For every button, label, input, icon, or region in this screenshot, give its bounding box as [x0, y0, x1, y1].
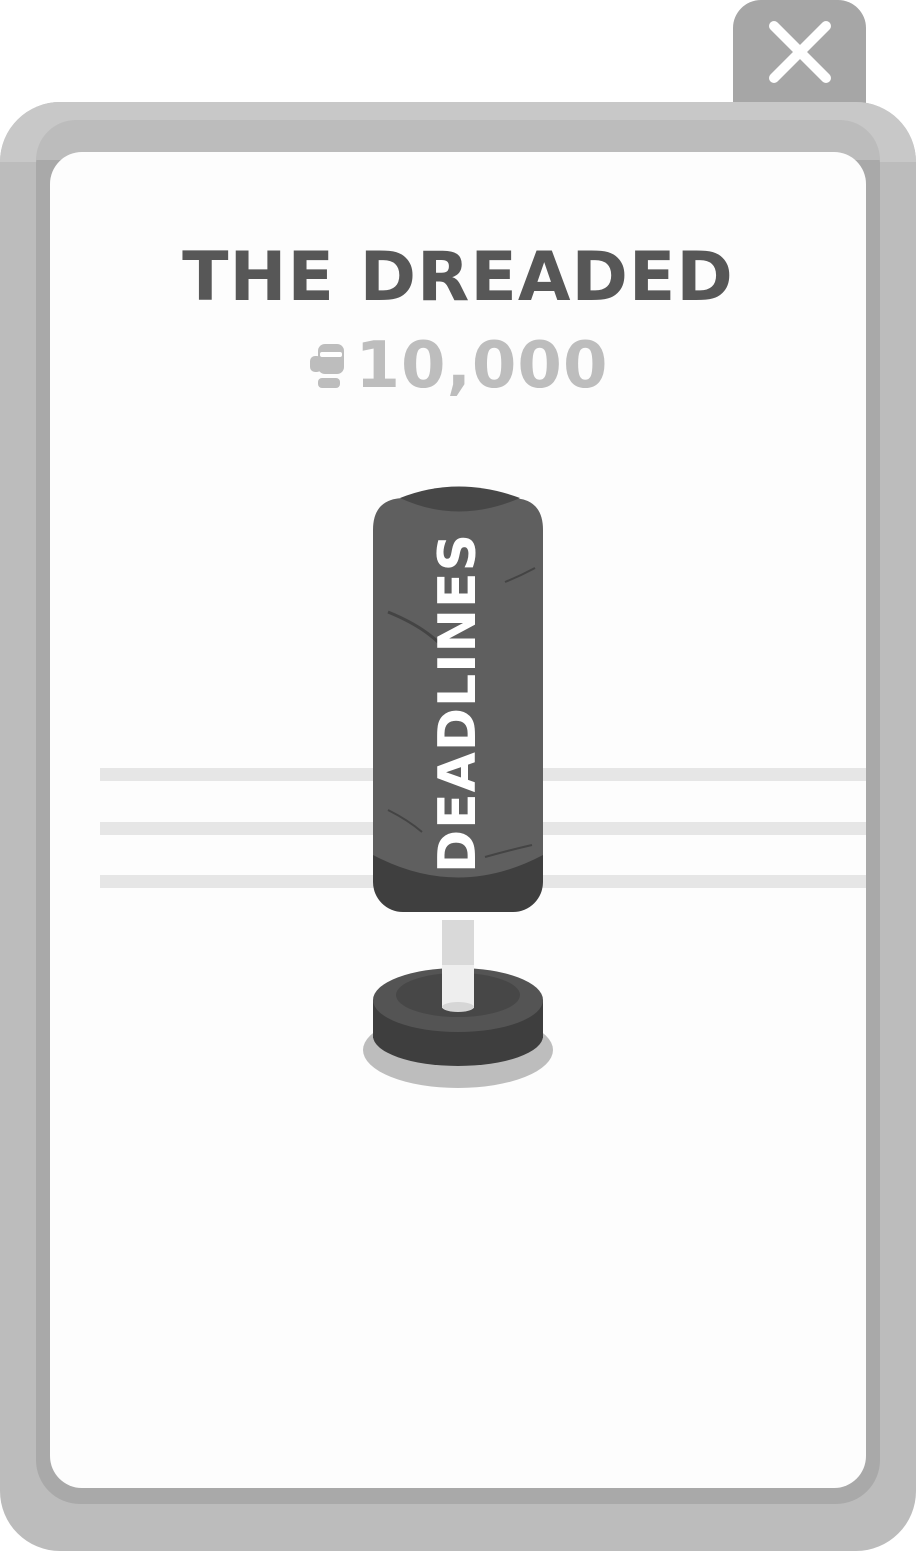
item-detail-screen: THE DREADED 10,000 DEADLINES — [0, 0, 916, 1551]
glove-coin-icon — [309, 344, 344, 388]
item-title: THE DREADED — [182, 238, 734, 317]
bag-label: DEADLINES — [428, 532, 488, 874]
close-icon — [769, 21, 831, 83]
item-price: 10,000 — [0, 328, 916, 404]
price-value: 10,000 — [355, 329, 609, 403]
